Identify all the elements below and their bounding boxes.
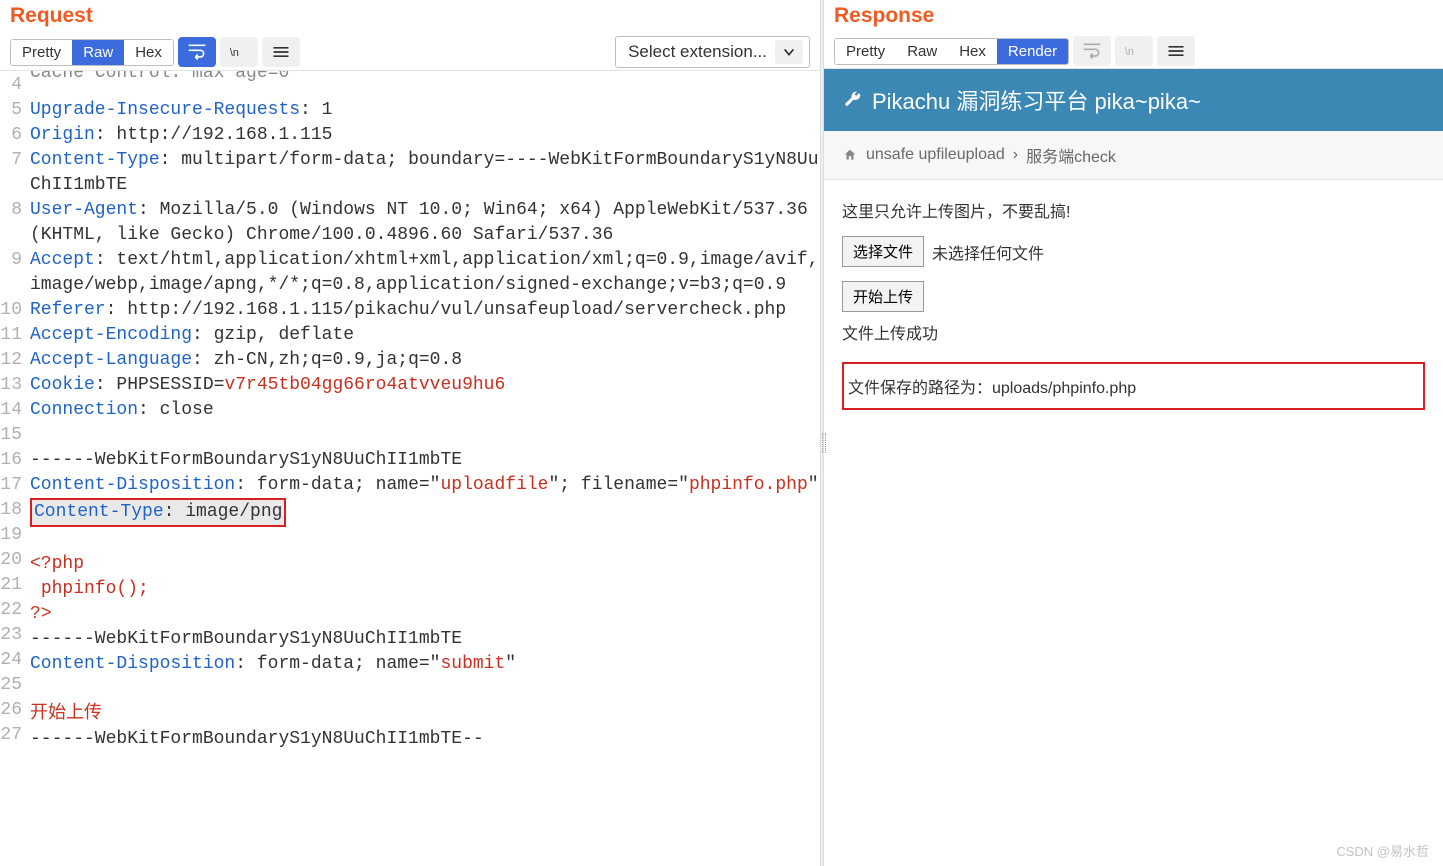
choose-file-button[interactable]: 选择文件 [842, 236, 924, 267]
intro-text: 这里只允许上传图片，不要乱搞! [842, 198, 1425, 222]
response-panel: Response Pretty Raw Hex Render \n Pikach… [824, 0, 1443, 866]
request-editor[interactable]: 4567 8 9 1011121314151617181920212223242… [0, 71, 820, 866]
home-icon [842, 148, 858, 162]
breadcrumb-link[interactable]: unsafe upfileupload [866, 146, 1005, 164]
tab-hex[interactable]: Hex [948, 39, 997, 64]
response-view-tabs: Pretty Raw Hex Render [834, 38, 1069, 65]
show-nonprintable-icon[interactable]: \n [1115, 36, 1153, 66]
page-banner: Pikachu 漏洞练习平台 pika~pika~ [824, 69, 1443, 131]
request-toolbar: Pretty Raw Hex \n Select extension... [0, 34, 820, 71]
tab-pretty[interactable]: Pretty [835, 39, 896, 64]
tab-raw[interactable]: Raw [72, 40, 124, 65]
chevron-down-icon [775, 40, 803, 64]
tab-render[interactable]: Render [997, 39, 1068, 64]
svg-text:\n: \n [230, 47, 239, 59]
wrench-icon [842, 90, 862, 110]
upload-button[interactable]: 开始上传 [842, 281, 924, 312]
saved-path-text: 文件保存的路径为：uploads/phpinfo.php [848, 380, 1136, 397]
wrap-toggle-icon[interactable] [178, 37, 216, 67]
tab-raw[interactable]: Raw [896, 39, 948, 64]
hamburger-icon[interactable] [1157, 36, 1195, 66]
upload-result: 文件上传成功 [842, 320, 1425, 344]
extension-select[interactable]: Select extension... [615, 36, 810, 68]
request-panel: Request Pretty Raw Hex \n Select extensi… [0, 0, 820, 866]
response-header: Response [824, 0, 1443, 34]
show-nonprintable-icon[interactable]: \n [220, 37, 258, 67]
tab-hex[interactable]: Hex [124, 40, 173, 65]
wrap-toggle-icon[interactable] [1073, 36, 1111, 66]
response-content: 这里只允许上传图片，不要乱搞! 选择文件 未选择任何文件 开始上传 文件上传成功… [824, 180, 1443, 428]
hamburger-icon[interactable] [262, 37, 300, 67]
saved-path-highlight: 文件保存的路径为：uploads/phpinfo.php [842, 362, 1425, 410]
request-view-tabs: Pretty Raw Hex [10, 39, 174, 66]
breadcrumb: unsafe upfileupload › 服务端check [824, 131, 1443, 180]
line-gutter: 4567 8 9 1011121314151617181920212223242… [0, 71, 26, 866]
tab-pretty[interactable]: Pretty [11, 40, 72, 65]
request-body[interactable]: Cache Control: max age=0Upgrade-Insecure… [26, 71, 820, 866]
request-header: Request [0, 0, 820, 34]
svg-text:\n: \n [1125, 46, 1134, 58]
banner-title: Pikachu 漏洞练习平台 pika~pika~ [872, 84, 1201, 116]
breadcrumb-current: 服务端check [1026, 143, 1116, 167]
watermark: CSDN @易水哲 [1336, 841, 1429, 860]
panel-divider[interactable] [820, 0, 824, 866]
response-toolbar: Pretty Raw Hex Render \n [824, 34, 1443, 69]
extension-select-label: Select extension... [628, 42, 767, 62]
file-status: 未选择任何文件 [932, 240, 1044, 264]
response-render: Pikachu 漏洞练习平台 pika~pika~ unsafe upfileu… [824, 69, 1443, 866]
